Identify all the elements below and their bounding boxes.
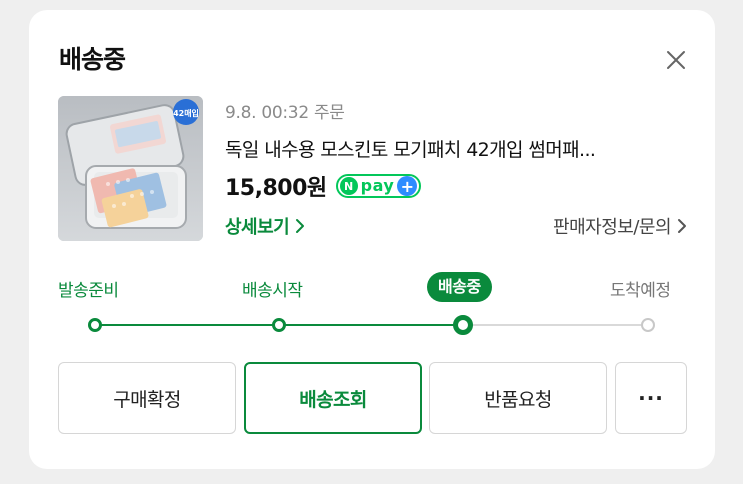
order-date: 9.8. 00:32 주문	[225, 103, 345, 123]
step-dot-arrival	[641, 318, 655, 332]
progress-labels: 발송준비 배송시작 배송중 도착예정	[29, 272, 715, 302]
product-name[interactable]: 독일 내수용 모스킨토 모기패치 42개입 썸머패...	[225, 135, 675, 162]
page-title: 배송중	[59, 45, 126, 74]
product-price: 15,800원	[225, 176, 327, 201]
close-icon	[667, 51, 685, 69]
product-image: 42매입	[58, 96, 203, 241]
more-options-button[interactable]: ···	[615, 362, 687, 434]
step-dot-started	[272, 318, 286, 332]
chevron-right-icon	[296, 219, 305, 233]
detail-link[interactable]: 상세보기	[225, 213, 305, 239]
confirm-purchase-button[interactable]: 구매확정	[58, 362, 236, 434]
npay-plus-badge: N pay +	[335, 174, 422, 198]
step-dot-in-transit	[453, 315, 473, 335]
seller-info-label: 판매자정보/문의	[553, 217, 671, 238]
progress-line-remaining	[463, 324, 648, 326]
step-label-in-transit: 배송중	[427, 272, 492, 302]
price-row: 15,800원 N pay +	[225, 170, 422, 202]
chevron-right-icon	[678, 219, 686, 233]
step-dot-preparing	[88, 318, 102, 332]
progress-track	[29, 310, 715, 340]
close-button[interactable]	[664, 48, 688, 72]
plus-icon: +	[397, 176, 418, 196]
delivery-status-card: 배송중 42매입 9.8. 00:32 주문 독일 내수용 모스킨토 모기패치 …	[29, 10, 715, 469]
detail-link-label: 상세보기	[225, 217, 290, 238]
thumbnail-badge: 42매입	[173, 108, 199, 118]
step-label-preparing: 발송준비	[58, 281, 119, 301]
naver-n-icon: N	[339, 177, 358, 195]
track-delivery-button[interactable]: 배송조회	[244, 362, 422, 434]
product-thumbnail[interactable]: 42매입	[58, 96, 203, 241]
return-request-button[interactable]: 반품요청	[429, 362, 607, 434]
npay-label: pay	[360, 176, 395, 195]
seller-info-link[interactable]: 판매자정보/문의	[553, 213, 687, 239]
step-label-started: 배송시작	[242, 281, 303, 301]
step-label-arrival: 도착예정	[610, 281, 671, 301]
